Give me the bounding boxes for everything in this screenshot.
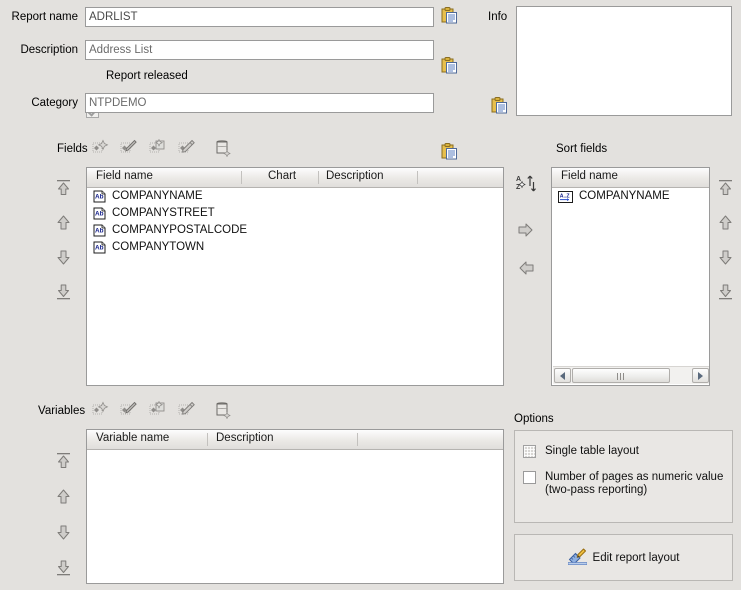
scroll-right-button[interactable]: [692, 368, 709, 383]
variables-move-up-button[interactable]: [53, 486, 75, 508]
description-input[interactable]: [85, 40, 434, 60]
option-number-of-pages[interactable]: Number of pages as numeric value (two-pa…: [523, 471, 723, 497]
sort-list-header: Field name: [552, 168, 709, 188]
info-textarea[interactable]: [516, 6, 732, 116]
sort-field-name-cell: COMPANYNAME: [579, 190, 670, 202]
text-field-icon: Ab: [93, 190, 106, 203]
category-clipboard-icon[interactable]: [441, 143, 458, 160]
report-name-input[interactable]: [85, 7, 434, 27]
delete-variable-icon[interactable]: [176, 401, 196, 419]
column-separator[interactable]: [318, 171, 319, 184]
database-variable-icon[interactable]: [213, 401, 233, 419]
table-row[interactable]: A..Z COMPANYNAME: [552, 188, 709, 205]
svg-text:Ab: Ab: [95, 228, 104, 235]
delete-field-icon[interactable]: [176, 139, 196, 157]
variables-move-to-bottom-button[interactable]: [53, 557, 75, 579]
fields-label: Fields: [57, 143, 88, 155]
option-single-table-layout[interactable]: Single table layout: [523, 445, 639, 458]
svg-text:A: A: [516, 176, 521, 183]
fields-list-header: Field name Chart Description: [87, 168, 503, 188]
sort-move-down-button[interactable]: [715, 246, 737, 268]
sort-fields-label: Sort fields: [556, 143, 608, 155]
description-clipboard-icon[interactable]: [441, 57, 458, 74]
category-input[interactable]: [85, 93, 434, 113]
report-released-label: Report released: [106, 70, 188, 82]
description-label: Description: [20, 44, 78, 56]
info-clipboard-icon[interactable]: [491, 97, 508, 114]
single-table-layout-checkbox[interactable]: [523, 445, 536, 458]
svg-text:Ab: Ab: [95, 194, 104, 201]
variables-label: Variables: [38, 405, 86, 417]
database-field-icon[interactable]: [213, 139, 233, 157]
variables-column-description[interactable]: Description: [216, 432, 274, 444]
variables-move-to-top-button[interactable]: [53, 450, 75, 472]
number-of-pages-label: Number of pages as numeric value (two-pa…: [545, 471, 723, 497]
table-row[interactable]: Ab COMPANYTOWN: [87, 239, 503, 256]
sort-move-to-top-button[interactable]: [715, 177, 737, 199]
sort-order-toggle-button[interactable]: A Z: [515, 173, 537, 195]
edit-variable-icon[interactable]: [118, 401, 138, 419]
sort-list-body: A..Z COMPANYNAME: [552, 188, 709, 205]
category-label: Category: [31, 97, 78, 109]
sort-move-up-button[interactable]: [715, 212, 737, 234]
pencil-ruler-icon: [567, 547, 587, 568]
new-field-icon[interactable]: [90, 139, 110, 157]
scroll-thumb[interactable]: [572, 368, 670, 383]
report-name-clipboard-icon[interactable]: [441, 7, 458, 24]
column-separator[interactable]: [241, 171, 242, 184]
variables-list[interactable]: Variable name Description: [86, 429, 504, 584]
copy-variable-icon[interactable]: [147, 401, 167, 419]
fields-move-up-button[interactable]: [53, 212, 75, 234]
fields-move-to-top-button[interactable]: [53, 177, 75, 199]
field-name-cell: COMPANYPOSTALCODE: [112, 224, 248, 236]
field-name-cell: COMPANYSTREET: [112, 207, 215, 219]
column-separator[interactable]: [357, 433, 358, 446]
sort-column-field-name[interactable]: Field name: [561, 170, 618, 182]
info-label: Info: [488, 11, 508, 23]
fields-column-chart[interactable]: Chart: [268, 170, 296, 182]
number-of-pages-label-line1: Number of pages as numeric value: [545, 471, 724, 483]
sort-move-to-bottom-button[interactable]: [715, 281, 737, 303]
number-of-pages-checkbox[interactable]: [523, 471, 536, 484]
scroll-left-button[interactable]: [554, 368, 571, 383]
options-label: Options: [514, 413, 554, 425]
single-table-layout-label: Single table layout: [545, 445, 639, 457]
report-name-label: Report name: [11, 11, 78, 23]
sort-az-icon: A..Z: [558, 190, 573, 203]
text-field-icon: Ab: [93, 224, 106, 237]
fields-column-description[interactable]: Description: [326, 170, 384, 182]
field-name-cell: COMPANYNAME: [112, 190, 203, 202]
fields-move-to-bottom-button[interactable]: [53, 281, 75, 303]
svg-text:Ab: Ab: [95, 245, 104, 252]
variables-move-down-button[interactable]: [53, 521, 75, 543]
copy-field-icon[interactable]: [147, 139, 167, 157]
add-to-sort-button[interactable]: [515, 219, 537, 241]
edit-report-layout-button[interactable]: Edit report layout: [514, 534, 733, 581]
edit-field-icon[interactable]: [118, 139, 138, 157]
sort-fields-list[interactable]: Field name A..Z COMPANYNAME: [551, 167, 710, 386]
svg-text:A..Z: A..Z: [560, 193, 571, 199]
text-field-icon: Ab: [93, 207, 106, 220]
edit-report-layout-label: Edit report layout: [592, 551, 680, 564]
table-row[interactable]: Ab COMPANYSTREET: [87, 205, 503, 222]
fields-list[interactable]: Field name Chart Description Ab COMPANYN…: [86, 167, 504, 386]
new-variable-icon[interactable]: [90, 401, 110, 419]
number-of-pages-label-line2: (two-pass reporting): [545, 484, 648, 496]
table-row[interactable]: Ab COMPANYPOSTALCODE: [87, 222, 503, 239]
text-field-icon: Ab: [93, 241, 106, 254]
table-row[interactable]: Ab COMPANYNAME: [87, 188, 503, 205]
column-separator[interactable]: [417, 171, 418, 184]
field-name-cell: COMPANYTOWN: [112, 241, 205, 253]
remove-from-sort-button[interactable]: [515, 257, 537, 279]
svg-text:Ab: Ab: [95, 211, 104, 218]
column-separator[interactable]: [207, 433, 208, 446]
fields-column-field-name[interactable]: Field name: [96, 170, 153, 182]
options-groupbox: Single table layout Number of pages as n…: [514, 430, 733, 523]
variables-list-header: Variable name Description: [87, 430, 503, 450]
variables-column-variable-name[interactable]: Variable name: [96, 432, 169, 444]
sort-list-hscrollbar[interactable]: [553, 366, 709, 384]
fields-move-down-button[interactable]: [53, 246, 75, 268]
fields-list-body: Ab COMPANYNAME Ab COMPANYSTREET Ab COMPA…: [87, 188, 503, 256]
